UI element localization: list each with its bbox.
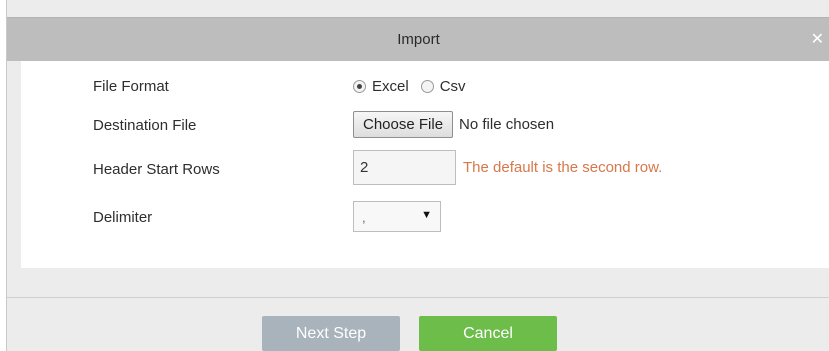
cancel-button[interactable]: Cancel	[419, 316, 557, 351]
header-start-rows-label: Header Start Rows	[93, 161, 220, 178]
header-start-rows-hint: The default is the second row.	[463, 159, 663, 176]
delimiter-label: Delimiter	[93, 209, 153, 226]
next-step-button[interactable]: Next Step	[262, 316, 400, 351]
file-format-label: File Format	[93, 78, 169, 95]
radio-csv-circle[interactable]	[420, 80, 434, 93]
dialog-titlebar: Import ✕	[7, 17, 829, 61]
file-chooser: Choose File No file chosen	[353, 111, 554, 138]
dropdown-arrow-icon: ▼	[421, 209, 432, 221]
import-dialog: Import ✕ File Format Excel Csv Destinati…	[6, 0, 829, 351]
radio-csv[interactable]: Csv	[420, 78, 466, 95]
footer-divider	[7, 297, 829, 298]
file-format-row: File Format Excel Csv	[21, 75, 829, 99]
file-format-radio-group: Excel Csv	[353, 78, 478, 95]
choose-file-button[interactable]: Choose File	[353, 111, 454, 138]
dialog-body: File Format Excel Csv Destination File C…	[21, 61, 829, 268]
radio-excel-label: Excel	[372, 78, 409, 95]
radio-excel-circle[interactable]	[353, 80, 366, 93]
delimiter-select[interactable]: , ▼	[353, 201, 441, 232]
delimiter-field: , ▼	[353, 201, 441, 232]
close-icon[interactable]: ✕	[811, 29, 824, 49]
header-start-rows-field: The default is the second row.	[353, 150, 662, 185]
delimiter-row: Delimiter , ▼	[21, 201, 829, 233]
delimiter-select-value: ,	[362, 210, 366, 225]
file-status-text: No file chosen	[459, 116, 555, 133]
radio-excel[interactable]: Excel	[353, 78, 409, 95]
destination-file-row: Destination File Choose File No file cho…	[21, 110, 829, 140]
radio-csv-label: Csv	[439, 78, 466, 95]
header-start-rows-row: Header Start Rows The default is the sec…	[21, 150, 829, 186]
header-start-rows-input[interactable]	[353, 150, 456, 185]
destination-file-label: Destination File	[93, 117, 197, 134]
dialog-title: Import	[397, 31, 440, 48]
